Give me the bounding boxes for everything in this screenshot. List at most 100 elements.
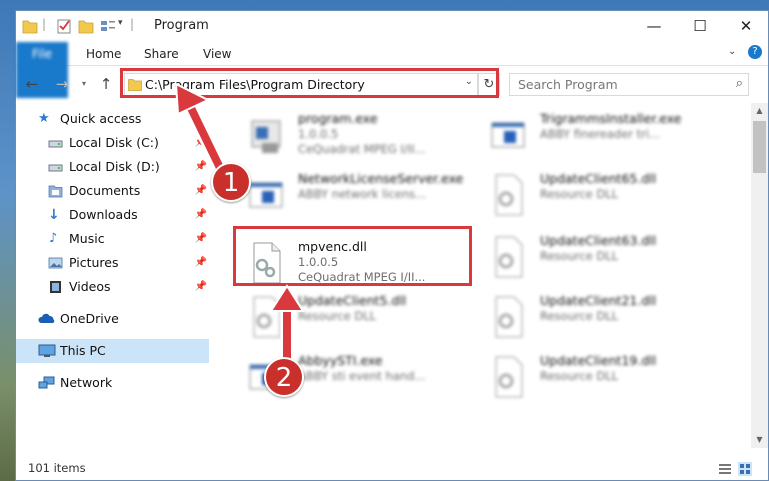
file-item[interactable]: UpdateClient19.dll Resource DLL bbox=[480, 351, 720, 407]
network-icon bbox=[38, 376, 55, 389]
scroll-down-icon[interactable]: ▼ bbox=[751, 432, 768, 448]
step-1-badge: 1 bbox=[211, 162, 251, 202]
minimize-button[interactable]: — bbox=[631, 11, 677, 42]
address-highlight-box bbox=[120, 68, 499, 98]
pin-icon: 📌 bbox=[194, 281, 207, 292]
file-highlight-box bbox=[233, 226, 472, 286]
drive-icon bbox=[48, 140, 63, 148]
view-options-icon[interactable] bbox=[100, 17, 116, 35]
sidebar-item-downloads[interactable]: ↓ Downloads 📌 bbox=[16, 203, 209, 227]
file-name: UpdateClient5.dll bbox=[298, 293, 407, 308]
sidebar-item-videos[interactable]: Videos 📌 bbox=[16, 275, 209, 299]
search-icon: ⌕ bbox=[735, 76, 743, 91]
file-name: UpdateClient21.dll bbox=[540, 293, 657, 308]
file-name: TrigrammsInstaller.exe bbox=[540, 111, 682, 126]
sidebar-item-label: Network bbox=[60, 375, 113, 390]
status-bar: 101 items bbox=[16, 458, 768, 480]
sidebar-item-this-pc[interactable]: This PC bbox=[16, 339, 209, 363]
sidebar-item-label: This PC bbox=[60, 343, 106, 358]
sidebar-item-label: Local Disk (C:) bbox=[69, 135, 159, 150]
item-count: 101 items bbox=[28, 461, 86, 475]
customize-quick-access-icon[interactable]: ▾ bbox=[118, 18, 123, 28]
help-icon[interactable]: ? bbox=[748, 45, 762, 59]
sidebar-item-label: Documents bbox=[69, 183, 141, 198]
file-item[interactable]: UpdateClient21.dll Resource DLL bbox=[480, 291, 720, 347]
large-icons-view-icon[interactable] bbox=[738, 462, 752, 476]
ribbon-expand-icon[interactable]: ⌄ bbox=[728, 46, 736, 57]
forward-button[interactable]: → bbox=[52, 74, 72, 94]
sidebar-item-quick-access[interactable]: ★ Quick access bbox=[16, 107, 209, 131]
sidebar-item-label: Local Disk (D:) bbox=[69, 159, 160, 174]
vertical-scrollbar[interactable]: ▲ ▼ bbox=[751, 103, 768, 448]
separator: | bbox=[42, 17, 47, 31]
file-name: UpdateClient65.dll bbox=[540, 171, 657, 186]
sidebar-item-label: Quick access bbox=[60, 111, 142, 126]
file-item[interactable]: UpdateClient65.dll Resource DLL bbox=[480, 169, 720, 225]
sidebar-item-onedrive[interactable]: OneDrive bbox=[16, 307, 209, 331]
star-icon: ★ bbox=[38, 111, 50, 126]
file-name: NetworkLicenseServer.exe bbox=[298, 171, 464, 186]
new-folder-icon[interactable] bbox=[78, 17, 94, 35]
search-input[interactable]: Search Program bbox=[518, 77, 618, 92]
pin-icon: 📌 bbox=[194, 233, 207, 244]
pin-icon: 📌 bbox=[194, 209, 207, 220]
file-detail: ABBY sti event hand... bbox=[298, 369, 426, 383]
pin-icon: 📌 bbox=[194, 137, 207, 148]
music-icon: ♪ bbox=[49, 231, 58, 246]
maximize-button[interactable]: ☐ bbox=[677, 11, 723, 42]
pin-icon: 📌 bbox=[194, 257, 207, 268]
file-detail: Resource DLL bbox=[540, 249, 619, 263]
sidebar-item-pictures[interactable]: Pictures 📌 bbox=[16, 251, 209, 275]
exe-file-icon bbox=[249, 182, 283, 208]
exe-file-icon bbox=[251, 120, 281, 153]
file-detail: Resource DLL bbox=[298, 309, 377, 323]
file-item[interactable]: program.exe 1.0.0.5 CeQuadrat MPEG I/II.… bbox=[238, 109, 478, 165]
step-2-badge: 2 bbox=[264, 357, 304, 397]
details-view-icon[interactable] bbox=[718, 462, 732, 476]
sidebar-item-label: Downloads bbox=[69, 207, 138, 222]
properties-icon[interactable] bbox=[56, 17, 72, 35]
documents-icon bbox=[48, 185, 63, 198]
file-item[interactable]: NetworkLicenseServer.exe ABBY network li… bbox=[238, 169, 478, 225]
back-button[interactable]: ← bbox=[22, 74, 42, 94]
sidebar-item-network[interactable]: Network bbox=[16, 371, 209, 395]
file-detail: 1.0.0.5 bbox=[298, 127, 339, 141]
title-bar: | ▾ | Program — ☐ ✕ bbox=[16, 11, 768, 42]
pin-icon: 📌 bbox=[194, 161, 207, 172]
recent-locations-icon[interactable]: ▾ bbox=[74, 74, 94, 94]
file-detail: Resource DLL bbox=[540, 369, 619, 383]
dll-file-icon bbox=[495, 296, 523, 338]
file-item[interactable]: TrigrammsInstaller.exe ABBY finereader t… bbox=[480, 109, 720, 165]
exe-file-icon bbox=[491, 122, 525, 148]
file-name: program.exe bbox=[298, 111, 378, 126]
file-name: UpdateClient63.dll bbox=[540, 233, 657, 248]
scroll-up-icon[interactable]: ▲ bbox=[751, 103, 768, 119]
pin-icon: 📌 bbox=[194, 185, 207, 196]
folder-icon bbox=[22, 20, 38, 34]
file-detail: Resource DLL bbox=[540, 309, 619, 323]
downloads-icon: ↓ bbox=[48, 207, 60, 223]
file-detail: CeQuadrat MPEG I/II... bbox=[298, 142, 426, 156]
dll-file-icon bbox=[495, 174, 523, 216]
scrollbar-thumb[interactable] bbox=[753, 121, 766, 173]
sidebar-item-documents[interactable]: Documents 📌 bbox=[16, 179, 209, 203]
pictures-icon bbox=[48, 257, 63, 269]
tab-view[interactable]: View bbox=[203, 42, 231, 66]
separator: | bbox=[130, 17, 135, 31]
up-button[interactable]: ↑ bbox=[96, 74, 116, 94]
sidebar-item-label: Pictures bbox=[69, 255, 119, 270]
tab-home[interactable]: Home bbox=[86, 42, 121, 66]
sidebar-item-local-disk-d[interactable]: Local Disk (D:) 📌 bbox=[16, 155, 209, 179]
close-button[interactable]: ✕ bbox=[723, 11, 769, 42]
sidebar-item-local-disk-c[interactable]: Local Disk (C:) 📌 bbox=[16, 131, 209, 155]
dll-file-icon bbox=[495, 356, 523, 398]
file-item[interactable]: UpdateClient5.dll Resource DLL bbox=[238, 291, 478, 347]
file-item[interactable]: UpdateClient63.dll Resource DLL bbox=[480, 231, 720, 287]
tab-share[interactable]: Share bbox=[144, 42, 179, 66]
window-title: Program bbox=[154, 18, 209, 33]
sidebar-item-label: Videos bbox=[69, 279, 111, 294]
sidebar-item-music[interactable]: ♪ Music 📌 bbox=[16, 227, 209, 251]
search-box[interactable]: Search Program ⌕ bbox=[509, 73, 749, 96]
file-name: UpdateClient19.dll bbox=[540, 353, 657, 368]
sidebar-item-label: Music bbox=[69, 231, 105, 246]
